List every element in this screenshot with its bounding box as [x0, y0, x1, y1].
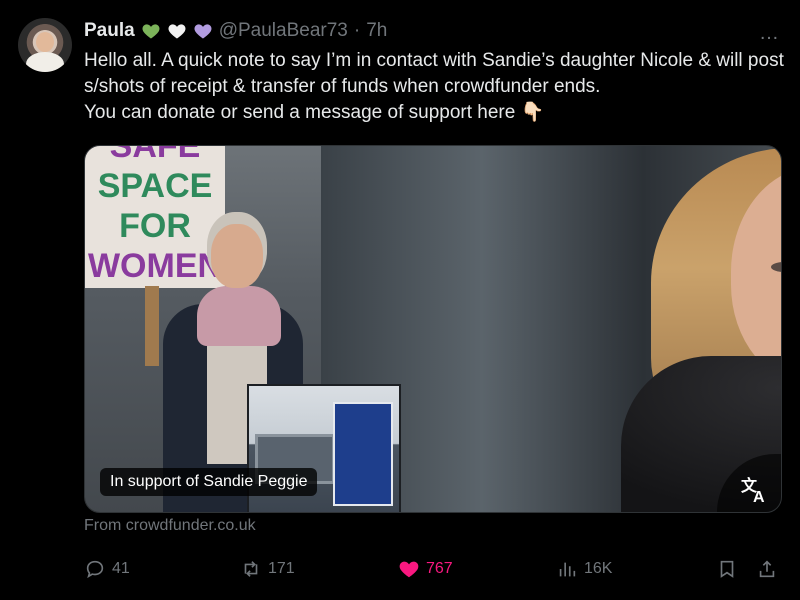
repost-count: 171: [268, 560, 295, 577]
time-separator: ·: [353, 20, 361, 41]
views-count: 16K: [584, 560, 613, 577]
green-heart-icon: [142, 24, 160, 39]
svg-text:A: A: [753, 489, 765, 504]
more-options-icon[interactable]: …: [759, 22, 780, 45]
purple-heart-icon: [194, 24, 212, 39]
head: [211, 224, 263, 288]
like-button[interactable]: 767: [398, 556, 453, 582]
eye: [771, 262, 781, 272]
avatar-face: [36, 32, 54, 52]
bookmark-icon: [720, 560, 734, 578]
author-handle[interactable]: @PaulaBear73: [219, 20, 348, 42]
sign-line: SAFE: [109, 145, 201, 165]
views-icon: [559, 562, 576, 577]
views-button[interactable]: 16K: [556, 556, 612, 582]
card-caption: In support of Sandie Peggie: [100, 468, 318, 496]
avatar[interactable]: [18, 18, 72, 72]
reply-icon: [86, 560, 104, 579]
share-icon: [759, 560, 775, 578]
white-heart-icon: [168, 24, 186, 39]
repost-button[interactable]: 171: [240, 556, 295, 582]
scarf: [197, 286, 281, 346]
translate-icon: 文 A: [741, 476, 765, 504]
card-source[interactable]: From crowdfunder.co.uk: [84, 517, 256, 535]
like-count: 767: [426, 560, 453, 577]
hospital-sign: [333, 402, 393, 506]
avatar-body: [26, 52, 64, 72]
share-button[interactable]: [756, 556, 778, 582]
tweet-text: Hello all. A quick note to say I’m in co…: [84, 50, 784, 123]
author-name[interactable]: Paula: [84, 20, 135, 42]
action-bar: 41 171 767 16K: [84, 556, 784, 582]
reply-button[interactable]: 41: [84, 556, 130, 582]
sign-line: SPACE: [97, 167, 213, 205]
link-card[interactable]: SAFE SPACE FOR WOMEN In support of Sandi…: [84, 145, 782, 513]
heart-filled-icon: [399, 561, 419, 578]
repost-icon: [244, 561, 258, 577]
tweet-header: Paula @PaulaBear73 · 7h: [84, 18, 780, 44]
timestamp[interactable]: 7h: [366, 20, 387, 42]
sign-pole: [145, 286, 159, 366]
bookmark-button[interactable]: [716, 556, 738, 582]
reply-count: 41: [112, 560, 130, 577]
